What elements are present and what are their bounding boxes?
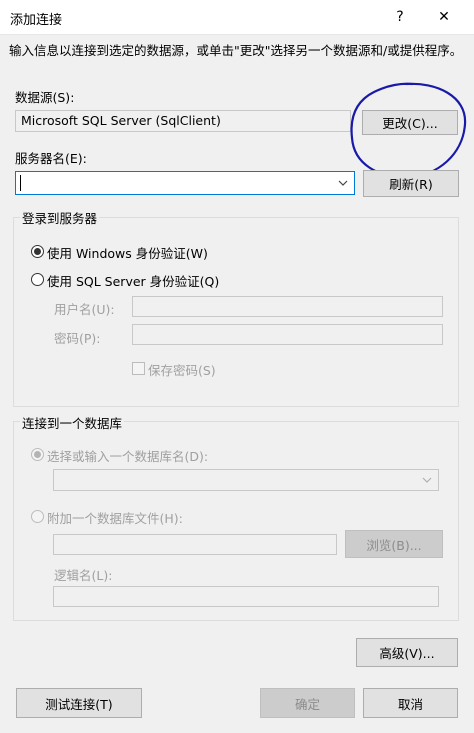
password-label: 密码(P): — [54, 331, 101, 346]
annotation-circle — [350, 82, 467, 179]
username-input[interactable] — [132, 296, 443, 317]
server-combobox[interactable] — [15, 171, 355, 195]
instructions-text: 输入信息以连接到选定的数据源，或单击"更改"选择另一个数据源和/或提供程序。 — [9, 43, 463, 58]
server-input[interactable] — [20, 175, 21, 191]
server-label: 服务器名(E): — [15, 151, 87, 166]
save-password-label[interactable]: 保存密码(S) — [148, 360, 216, 379]
database-combobox[interactable] — [53, 469, 439, 491]
datasource-field: Microsoft SQL Server (SqlClient) — [15, 110, 351, 132]
window-title: 添加连接 — [10, 13, 63, 28]
db-file-input[interactable] — [53, 534, 337, 555]
sql-auth-label[interactable]: 使用 SQL Server 身份验证(Q) — [47, 271, 219, 290]
datasource-label: 数据源(S): — [15, 90, 75, 105]
password-input[interactable] — [132, 324, 443, 345]
save-password-checkbox[interactable] — [132, 362, 145, 375]
select-db-radio[interactable] — [31, 448, 44, 461]
select-db-label[interactable]: 选择或输入一个数据库名(D): — [47, 446, 208, 465]
database-group-label: 连接到一个数据库 — [20, 413, 125, 432]
login-group-label: 登录到服务器 — [20, 208, 100, 227]
advanced-button[interactable]: 高级(V)... — [356, 638, 458, 667]
sql-auth-radio[interactable] — [31, 273, 44, 286]
attach-db-radio[interactable] — [31, 510, 44, 523]
logical-name-label: 逻辑名(L): — [54, 568, 113, 583]
refresh-button[interactable]: 刷新(R) — [363, 170, 459, 197]
close-button[interactable]: ✕ — [424, 2, 464, 32]
chevron-down-icon[interactable] — [338, 178, 348, 188]
windows-auth-label[interactable]: 使用 Windows 身份验证(W) — [47, 243, 208, 262]
test-connection-button[interactable]: 测试连接(T) — [16, 688, 142, 718]
close-icon: ✕ — [438, 9, 450, 25]
cancel-button[interactable]: 取消 — [363, 688, 458, 718]
browse-button[interactable]: 浏览(B)... — [345, 530, 443, 558]
ok-button[interactable]: 确定 — [260, 688, 355, 718]
windows-auth-radio[interactable] — [31, 245, 44, 258]
attach-db-label[interactable]: 附加一个数据库文件(H): — [47, 508, 183, 527]
logical-name-input[interactable] — [53, 586, 439, 607]
help-button[interactable]: ? — [380, 2, 420, 32]
username-label: 用户名(U): — [54, 302, 115, 317]
chevron-down-icon[interactable] — [422, 475, 432, 485]
